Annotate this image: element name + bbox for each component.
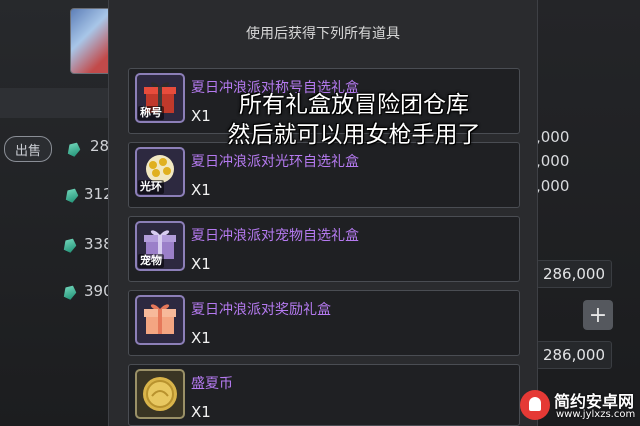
reward-item[interactable]: 宠物 夏日冲浪派对宠物自选礼盒 X1 bbox=[128, 216, 520, 282]
right-price: ,000 bbox=[536, 128, 570, 146]
item-tag: 宠物 bbox=[138, 254, 164, 268]
item-tag: 光环 bbox=[138, 180, 164, 194]
left-price: 28 bbox=[90, 137, 110, 155]
item-name: 夏日冲浪派对光环自选礼盒 bbox=[191, 154, 359, 170]
gold-coin-icon bbox=[135, 369, 185, 419]
item-quantity: X1 bbox=[191, 329, 211, 347]
purple-gift-box-icon: 宠物 bbox=[135, 221, 185, 271]
price-field[interactable]: 286,000 bbox=[536, 260, 612, 288]
reward-item[interactable]: 光环 夏日冲浪派对光环自选礼盒 X1 bbox=[128, 142, 520, 208]
price-field[interactable]: 286,000 bbox=[536, 341, 612, 369]
watermark-url: www.jylxzs.com bbox=[556, 409, 636, 420]
item-quantity: X1 bbox=[191, 107, 211, 125]
item-quantity: X1 bbox=[191, 181, 211, 199]
reward-item[interactable]: 称号 夏日冲浪派对称号自选礼盒 X1 bbox=[128, 68, 520, 134]
right-price: ,000 bbox=[536, 177, 570, 195]
gold-gift-box-icon: 光环 bbox=[135, 147, 185, 197]
panel-title: 使用后获得下列所有道具 bbox=[246, 26, 400, 42]
right-price: ,000 bbox=[536, 152, 570, 170]
item-name: 夏日冲浪派对奖励礼盒 bbox=[191, 302, 331, 318]
item-quantity: X1 bbox=[191, 403, 211, 421]
sell-button[interactable]: 出售 bbox=[4, 136, 52, 162]
item-name: 夏日冲浪派对称号自选礼盒 bbox=[191, 80, 359, 96]
red-gift-box-icon: 称号 bbox=[135, 73, 185, 123]
watermark: 简约安卓网 www.jylxzs.com bbox=[520, 388, 640, 424]
plus-button[interactable]: + bbox=[583, 300, 613, 330]
item-thumbnail bbox=[70, 8, 112, 74]
item-name: 盛夏币 bbox=[191, 376, 233, 392]
reward-item[interactable]: 夏日冲浪派对奖励礼盒 X1 bbox=[128, 290, 520, 356]
android-logo-icon bbox=[520, 390, 550, 420]
reward-panel: 使用后获得下列所有道具 称号 夏日冲浪派对称号自选礼盒 X1 光环 夏日冲浪派对… bbox=[108, 0, 538, 426]
item-tag: 称号 bbox=[138, 106, 164, 120]
orange-gift-box-icon bbox=[135, 295, 185, 345]
item-quantity: X1 bbox=[191, 255, 211, 273]
reward-item[interactable]: 盛夏币 X1 bbox=[128, 364, 520, 426]
background-strip bbox=[0, 88, 108, 118]
item-name: 夏日冲浪派对宠物自选礼盒 bbox=[191, 228, 359, 244]
